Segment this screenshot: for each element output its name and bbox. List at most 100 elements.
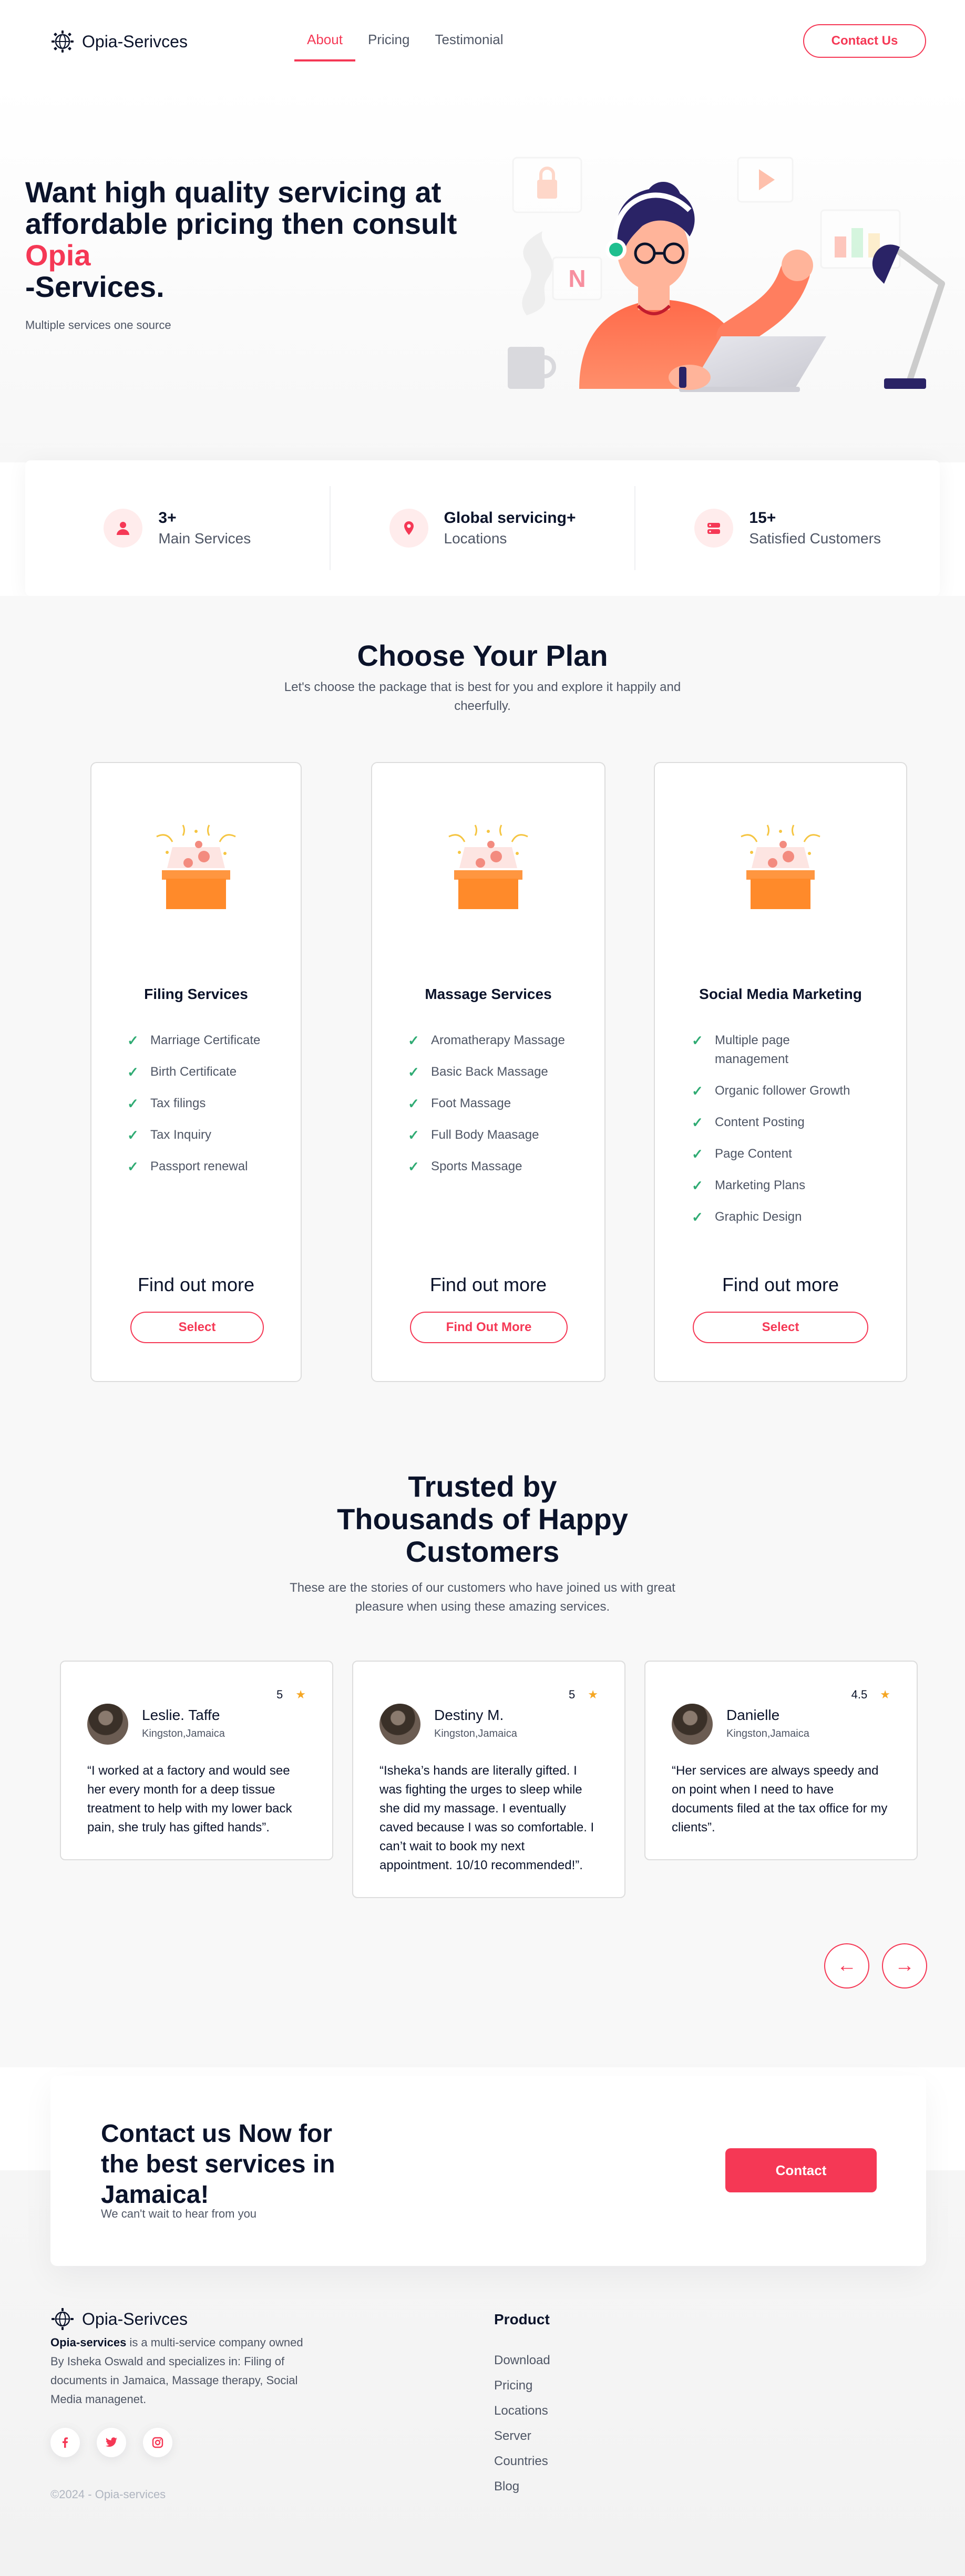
prev-arrow-button[interactable]: ← (824, 1943, 869, 1988)
plan-feature-list: Marriage Certificate Birth Certificate T… (127, 1031, 260, 1189)
plan-name: Social Media Marketing (699, 986, 862, 1002)
testimonials-title-line: Customers (405, 1535, 560, 1568)
footer-logo[interactable]: Opia-Serivces (50, 2307, 188, 2331)
nav-link-pricing[interactable]: Pricing (355, 29, 422, 61)
plan-feature: Tax filings (127, 1094, 260, 1113)
top-nav: Opia-Serivces About Pricing Testimonial … (0, 0, 965, 84)
stat-customers: 15+ Satisfied Customers (634, 486, 940, 570)
review-text: “Her services are always speedy and on p… (672, 1764, 888, 1835)
plan-find-out-more: Find out more (137, 1274, 255, 1295)
globe-logo-icon (52, 2308, 74, 2330)
review-card: 5 ★ Leslie. Taffe Kingston,Jamaica “I wor… (60, 1661, 333, 1860)
twitter-icon[interactable] (97, 2428, 126, 2457)
stat-locations: Global servicing+ Locations (329, 486, 635, 570)
review-name: Leslie. Taffe (142, 1707, 220, 1723)
footer-link-countries[interactable]: Countries (494, 2449, 550, 2474)
plans-title: Choose Your Plan (357, 639, 608, 672)
footer-link-locations[interactable]: Locations (494, 2398, 550, 2424)
logo-text: Opia-Serivces (82, 32, 188, 51)
review-card: 5 ★ Destiny M. Kingston,Jamaica “Isheka’s… (352, 1661, 625, 1898)
plan-card-massage: Massage Services Aromatherapy Massage Ba… (371, 762, 605, 1382)
user-icon (104, 509, 143, 548)
plan-feature: Sports Massage (408, 1157, 565, 1176)
hero-title-accent: Opia (25, 239, 91, 272)
hero-subtitle: Multiple services one source (25, 318, 171, 332)
find-out-more-button[interactable]: Find Out More (410, 1312, 568, 1343)
stat-value: 15+ (749, 509, 776, 527)
testimonials-title-line: Trusted by (408, 1470, 557, 1503)
hero-title-line: Want high quality servicing at affordabl… (25, 176, 457, 240)
review-name: Destiny M. (434, 1707, 504, 1723)
review-location: Kingston,Jamaica (434, 1728, 517, 1739)
avatar (379, 1704, 420, 1745)
gift-box-icon (448, 825, 528, 909)
nav-link-testimonial[interactable]: Testimonial (422, 29, 516, 61)
gift-box-icon (741, 825, 820, 909)
plan-name: Filing Services (144, 986, 248, 1002)
plan-feature: Graphic Design (692, 1208, 865, 1227)
location-pin-icon (389, 509, 428, 548)
rating-value: 4.5 (851, 1688, 868, 1701)
facebook-icon[interactable] (50, 2428, 80, 2457)
review-name: Danielle (726, 1707, 780, 1723)
testimonials-title-line: Thousands of Happy (337, 1502, 628, 1536)
plans-subtitle: Let's choose the package that is best fo… (284, 680, 681, 713)
footer-link-server[interactable]: Server (494, 2424, 550, 2449)
plan-feature: Marketing Plans (692, 1176, 865, 1195)
review-location: Kingston,Jamaica (726, 1728, 809, 1739)
logo[interactable]: Opia-Serivces (50, 29, 188, 54)
plan-feature: Birth Certificate (127, 1063, 260, 1081)
plan-feature: Multiple page management (692, 1031, 865, 1069)
plan-card-filing: Filing Services Marriage Certificate Bir… (90, 762, 302, 1382)
stat-services: 3+ Main Services (25, 486, 330, 570)
svg-text:N: N (568, 265, 586, 292)
rating-value: 5 (569, 1688, 576, 1701)
footer-link-blog[interactable]: Blog (494, 2474, 550, 2499)
cta-subtitle: We can't wait to hear from you (101, 2207, 257, 2220)
contact-button[interactable]: Contact (725, 2148, 877, 2192)
footer-product-title: Product (494, 2311, 550, 2327)
star-icon: ★ (880, 1688, 890, 1701)
plan-find-out-more: Find out more (722, 1274, 839, 1295)
hero-section: Want high quality servicing at affordabl… (0, 84, 965, 462)
globe-logo-icon (52, 30, 74, 53)
stat-label: Main Services (158, 530, 251, 547)
plan-feature: Basic Back Massage (408, 1063, 565, 1081)
select-button[interactable]: Select (693, 1312, 868, 1343)
cta-title: Contact us Now for the best services in … (101, 2120, 335, 2209)
plan-feature-list: Multiple page management Organic followe… (692, 1031, 865, 1239)
stats-bar: 3+ Main Services Global servicing+ Locat… (25, 460, 940, 596)
star-icon: ★ (588, 1688, 598, 1701)
review-text: “Isheka’s hands are literally gifted. I … (379, 1764, 594, 1872)
server-icon (694, 509, 734, 548)
plan-card-social-media: Social Media Marketing Multiple page man… (654, 762, 907, 1382)
review-rating: 5 ★ (276, 1688, 306, 1702)
rating-value: 5 (276, 1688, 283, 1701)
footer-description: Opia-services is a multi-service company… (50, 2333, 313, 2409)
plan-feature: Passport renewal (127, 1157, 260, 1176)
footer-product-links: Download Pricing Locations Server Countr… (494, 2348, 550, 2499)
contact-us-button[interactable]: Contact Us (803, 24, 926, 58)
next-arrow-button[interactable]: → (882, 1943, 927, 1988)
footer-link-download[interactable]: Download (494, 2348, 550, 2373)
review-rating: 5 ★ (569, 1688, 598, 1702)
nav-link-about[interactable]: About (294, 29, 355, 61)
testimonials-subtitle: These are the stories of our customers w… (290, 1581, 675, 1614)
contact-cta-card: Contact us Now for the best services in … (50, 2076, 926, 2266)
testimonials-title: Trusted by Thousands of Happy Customers (0, 1470, 965, 1568)
support-agent-illustration: N (508, 157, 945, 392)
select-button[interactable]: Select (130, 1312, 264, 1343)
avatar (672, 1704, 713, 1745)
instagram-icon[interactable] (143, 2428, 172, 2457)
star-icon: ★ (295, 1688, 306, 1701)
stat-value: 3+ (158, 509, 177, 527)
plan-feature: Content Posting (692, 1113, 865, 1132)
plan-feature: Marriage Certificate (127, 1031, 260, 1050)
footer-logo-text: Opia-Serivces (82, 2309, 188, 2328)
review-text: “I worked at a factory and would see her… (87, 1764, 292, 1835)
plan-feature: Full Body Maasage (408, 1126, 565, 1145)
footer-link-pricing[interactable]: Pricing (494, 2373, 550, 2398)
plan-find-out-more: Find out more (429, 1274, 547, 1295)
stat-value: Global servicing+ (444, 509, 576, 527)
copyright: ©2024 - Opia-services (50, 2488, 166, 2501)
